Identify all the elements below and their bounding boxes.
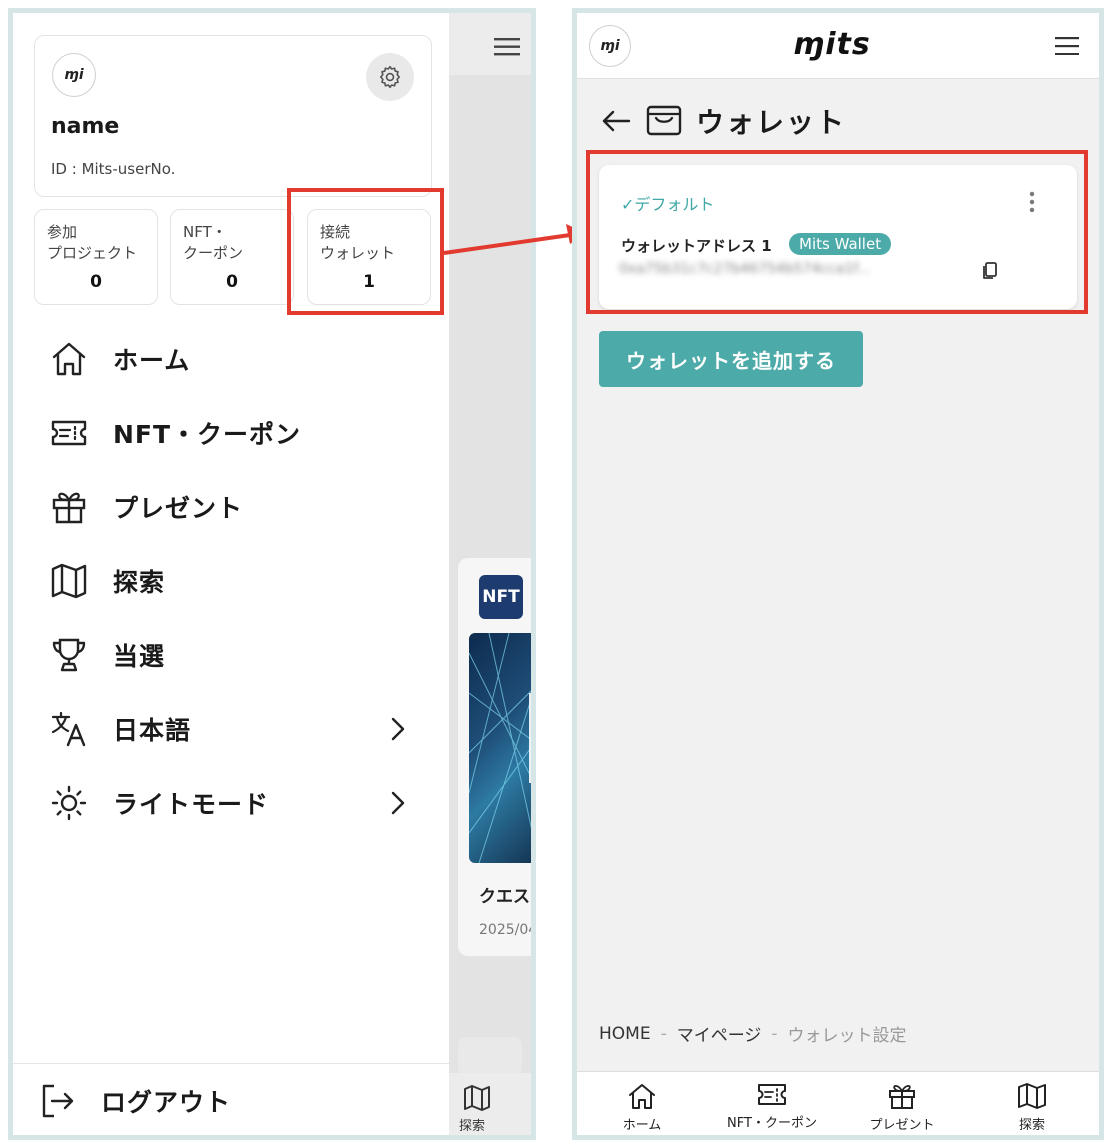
app-header: ɱi ɱits (577, 13, 1099, 79)
tab-label: NFT・クーポン (727, 1116, 817, 1131)
translate-icon (49, 709, 89, 749)
logout-icon (37, 1081, 77, 1121)
menu-item-present[interactable]: プレゼント (49, 485, 243, 529)
chevron-right-icon[interactable] (388, 791, 408, 815)
tab-home[interactable]: ホーム (577, 1082, 707, 1133)
menu-label: 日本語 (113, 716, 192, 745)
menu-label: 探索 (113, 568, 166, 597)
hamburger-icon[interactable] (1055, 37, 1079, 55)
annotation-arrow-icon (443, 224, 586, 255)
menu-label: NFT・クーポン (113, 420, 302, 449)
menu-label: 当選 (113, 642, 166, 671)
tab-label: 探索 (1018, 1118, 1045, 1133)
quest-image (469, 633, 531, 863)
stat-joined-projects[interactable]: 参加 プロジェクト 0 (34, 209, 158, 305)
breadcrumb: HOME - マイページ - ウォレット設定 (599, 1021, 907, 1047)
chevron-right-icon[interactable] (388, 717, 408, 741)
tab-explore[interactable]: 探索 (967, 1082, 1097, 1133)
avatar[interactable]: ɱi (589, 25, 631, 67)
divider (13, 1063, 449, 1064)
breadcrumb-separator: - (771, 1023, 778, 1044)
menu-label: ホーム (113, 346, 191, 375)
highlight-box-wallet-stat (287, 188, 444, 315)
stat-label-line2: クーポン (183, 244, 244, 262)
trophy-icon (49, 635, 89, 675)
side-drawer: ɱi name ID : Mits-userNo. 参加 プロジェクト 0 NF… (13, 13, 449, 1135)
menu-label: ライトモード (113, 790, 270, 819)
back-arrow-icon[interactable] (601, 109, 631, 133)
gift-icon (889, 1084, 915, 1109)
breadcrumb-current: ウォレット設定 (787, 1026, 907, 1046)
stat-nft-coupons[interactable]: NFT・ クーポン 0 (170, 209, 294, 305)
tab-present[interactable]: プレゼント (837, 1082, 967, 1133)
menu-item-explore[interactable]: 探索 (49, 559, 165, 603)
profile-id: ID : Mits-userNo. (51, 160, 176, 178)
tab-label: ホーム (622, 1118, 662, 1133)
background-quest-card[interactable]: NFT クエス 2025/04 (458, 558, 536, 956)
gift-icon (49, 487, 89, 527)
ticket-icon (49, 413, 89, 453)
page-title: ウォレット (696, 106, 847, 139)
stat-value: 0 (90, 272, 102, 292)
menu-item-language[interactable]: 日本語 (49, 707, 191, 751)
gear-icon (379, 65, 401, 89)
logout-label: ログアウト (101, 1088, 232, 1117)
logout-button[interactable]: ログアウト (37, 1079, 231, 1123)
menu-item-nft-coupons[interactable]: NFT・クーポン (49, 411, 301, 455)
sun-icon (49, 783, 89, 823)
network-lines-image (469, 633, 531, 863)
menu-item-light-mode[interactable]: ライトモード (49, 781, 269, 825)
add-wallet-button[interactable]: ウォレットを追加する (599, 331, 863, 387)
left-screenshot-pane: NFT クエス 2025/04 探索 ɱi name ID: Mits-use… (8, 8, 536, 1140)
breadcrumb-separator: - (660, 1023, 667, 1044)
avatar[interactable]: ɱi (52, 53, 96, 97)
nft-thumbnail: NFT (479, 575, 523, 619)
highlight-box-wallet-card (586, 150, 1088, 314)
mits-logo[interactable]: ɱits (793, 27, 871, 62)
quest-title: クエス (479, 887, 530, 907)
tab-label: プレゼント (869, 1118, 935, 1133)
breadcrumb-mypage[interactable]: マイページ (677, 1021, 762, 1046)
quest-date: 2025/04 (479, 922, 536, 938)
map-icon[interactable] (463, 1085, 491, 1111)
stat-label-line2: プロジェクト (47, 244, 138, 262)
background-header (449, 13, 531, 75)
home-icon (629, 1084, 655, 1109)
stat-label-line1: 参加 (47, 223, 78, 241)
bottom-tab-bar: ホーム NFT・クーポン プレゼント 探索 (577, 1071, 1099, 1135)
map-icon (1018, 1083, 1046, 1109)
tab-explore-label: 探索 (459, 1119, 486, 1134)
profile-card[interactable]: ɱi name ID : Mits-userNo. (34, 35, 432, 197)
home-icon (49, 339, 89, 379)
settings-button[interactable] (366, 53, 414, 101)
menu-item-winning[interactable]: 当選 (49, 633, 165, 677)
background-card-edge (458, 1037, 522, 1077)
hamburger-icon[interactable] (494, 37, 520, 57)
tab-nft-coupons[interactable]: NFT・クーポン (707, 1082, 837, 1131)
menu-item-home[interactable]: ホーム (49, 337, 190, 381)
stat-label-line1: NFT・ (183, 223, 227, 241)
wallet-icon (646, 105, 682, 136)
menu-label: プレゼント (113, 494, 244, 523)
background-tabbar: 探索 (449, 1073, 531, 1135)
profile-name: name (51, 114, 120, 139)
map-icon (49, 561, 89, 601)
breadcrumb-home[interactable]: HOME (599, 1024, 651, 1044)
ticket-icon (758, 1084, 786, 1105)
stat-value: 0 (226, 272, 238, 292)
